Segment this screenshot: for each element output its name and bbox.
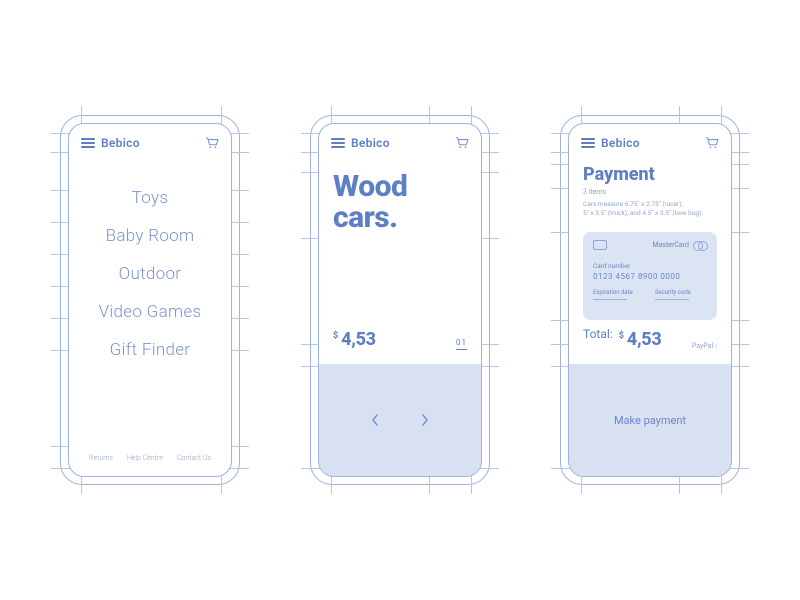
- total-label: Total:: [583, 327, 613, 341]
- card-number-field[interactable]: 0123 4567 8900 0000: [593, 272, 707, 281]
- screen-payment: Bebico Payment 3 items Cars measure 6.75…: [568, 123, 732, 477]
- phone-frame-product: Bebico Wood cars. $ 4,53 01: [310, 115, 490, 485]
- footer-links: Returns Help Centre Contact Us: [69, 454, 231, 462]
- payment-title: Payment: [583, 164, 655, 185]
- brand-logo[interactable]: Bebico: [351, 136, 390, 150]
- page-indicator[interactable]: 01: [456, 338, 467, 350]
- brand-logo[interactable]: Bebico: [101, 136, 140, 150]
- chevron-right-icon[interactable]: [420, 413, 430, 427]
- chevron-left-icon[interactable]: [370, 413, 380, 427]
- cart-icon[interactable]: [205, 137, 219, 149]
- expiration-field[interactable]: [593, 299, 627, 300]
- footer-link-returns[interactable]: Returns: [89, 454, 113, 462]
- payment-item-count: 3 items: [583, 188, 606, 196]
- mastercard-icon: [693, 241, 707, 249]
- screen-categories: Bebico Toys Baby Room Outdoor Video Game…: [68, 123, 232, 477]
- category-item[interactable]: Gift Finder: [110, 340, 191, 360]
- footer-link-contact[interactable]: Contact Us: [177, 454, 211, 462]
- credit-card[interactable]: MasterCard Card number 0123 4567 8900 00…: [583, 232, 717, 320]
- category-item[interactable]: Outdoor: [119, 264, 182, 284]
- footer-link-help[interactable]: Help Centre: [127, 454, 163, 462]
- category-item[interactable]: Toys: [132, 188, 169, 208]
- carousel-pane: [319, 364, 481, 476]
- make-payment-button[interactable]: Make payment: [569, 364, 731, 476]
- payment-description: Cars measure 6.75" x 2.75" (racer), 5" x…: [583, 200, 717, 218]
- product-headline: Wood cars.: [333, 172, 467, 233]
- hamburger-icon[interactable]: [331, 138, 345, 148]
- category-item[interactable]: Baby Room: [106, 226, 195, 246]
- cart-icon[interactable]: [705, 137, 719, 149]
- currency-symbol: $: [619, 331, 624, 341]
- category-list: Toys Baby Room Outdoor Video Games Gift …: [69, 184, 231, 428]
- headline-line1: Wood: [333, 172, 467, 203]
- screen-product: Bebico Wood cars. $ 4,53 01: [318, 123, 482, 477]
- hamburger-icon[interactable]: [581, 138, 595, 148]
- card-number-label: Card number: [593, 262, 707, 270]
- category-item[interactable]: Video Games: [99, 302, 202, 322]
- product-price: $ 4,53: [333, 329, 376, 350]
- cvv-field[interactable]: [655, 299, 689, 300]
- card-brand: MasterCard: [652, 241, 707, 249]
- paypal-link[interactable]: PayPal ›: [692, 342, 717, 350]
- card-chip-icon: [593, 240, 607, 250]
- expiration-label: Expiration date: [593, 289, 633, 296]
- headline-line2: cars.: [333, 203, 467, 234]
- total-amount: 4,53: [627, 329, 662, 350]
- hamburger-icon[interactable]: [81, 138, 95, 148]
- cart-icon[interactable]: [455, 137, 469, 149]
- phone-frame-payment: Bebico Payment 3 items Cars measure 6.75…: [560, 115, 740, 485]
- price-amount: 4,53: [341, 329, 376, 350]
- payment-total: Total: $ 4,53: [583, 327, 661, 350]
- cvv-label: Security code: [655, 289, 691, 296]
- phone-frame-categories: Bebico Toys Baby Room Outdoor Video Game…: [60, 115, 240, 485]
- currency-symbol: $: [333, 331, 338, 341]
- brand-logo[interactable]: Bebico: [601, 136, 640, 150]
